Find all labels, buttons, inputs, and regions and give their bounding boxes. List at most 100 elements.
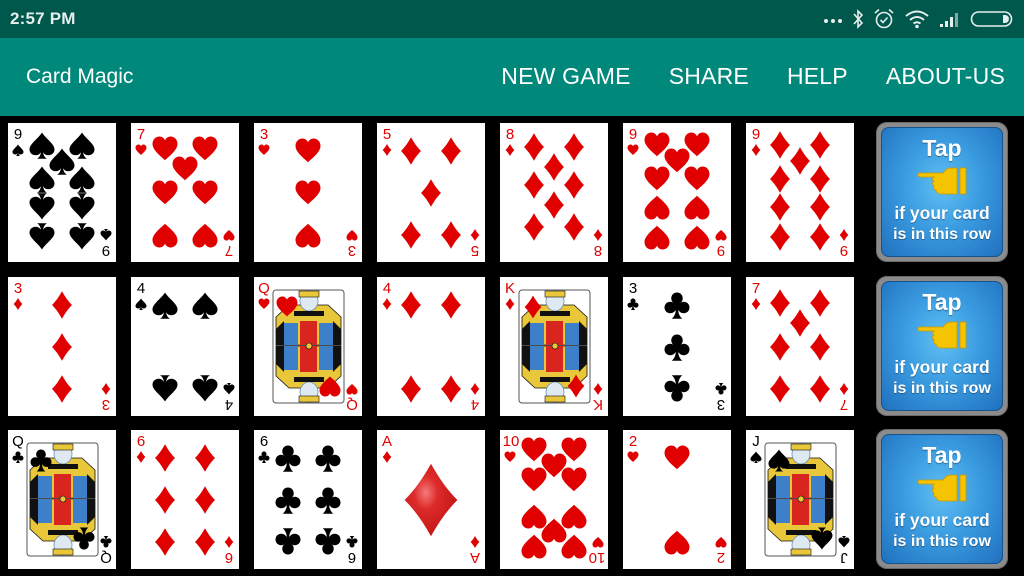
card-pip xyxy=(544,153,564,181)
status-icons xyxy=(823,6,1014,32)
card-3-of-clubs: 33 xyxy=(623,277,731,416)
card-index-suit-pip xyxy=(470,535,480,549)
card-index-suit-pip xyxy=(100,535,112,548)
card-index-suit-pip xyxy=(593,228,603,242)
menu-help[interactable]: HELP xyxy=(787,63,848,90)
card-pip xyxy=(69,132,95,159)
card-index-suit-pip xyxy=(382,297,392,311)
card-pip xyxy=(152,292,178,319)
card-pip xyxy=(644,166,670,191)
card-k-of-diamonds: KK xyxy=(500,277,608,416)
status-time: 2:57 PM xyxy=(10,9,76,28)
card-pip xyxy=(69,223,95,250)
tap-button-line2: is in this row xyxy=(893,533,991,550)
card-6-of-diamonds: 66 xyxy=(131,430,239,569)
card-index-suit-pip xyxy=(224,535,234,549)
tap-row-3-button[interactable]: Tap if your card is in this row xyxy=(876,429,1008,569)
card-board: 99773355889999 Tap if your card is in th… xyxy=(0,116,1024,576)
card-3-of-diamonds: 33 xyxy=(8,277,116,416)
card-pip xyxy=(192,375,218,402)
card-pip xyxy=(275,528,301,555)
card-index-suit-pip xyxy=(12,451,24,464)
card-pip xyxy=(315,445,341,472)
menu-share[interactable]: SHARE xyxy=(669,63,749,90)
card-rank-index: K xyxy=(593,396,603,413)
card-rank-index: 8 xyxy=(506,126,514,143)
card-face: 33 xyxy=(13,280,111,413)
card-pip xyxy=(152,375,178,402)
card-pip xyxy=(441,137,461,165)
card-rank-index: J xyxy=(840,549,848,566)
card-index-suit-pip xyxy=(382,450,392,464)
card-face: 77 xyxy=(751,280,849,413)
card-pip xyxy=(684,225,710,250)
card-pip xyxy=(155,486,175,514)
card-pip xyxy=(770,289,790,317)
menu-new-game[interactable]: NEW GAME xyxy=(501,63,630,90)
card-pip xyxy=(664,445,690,470)
menu-about-us[interactable]: ABOUT-US xyxy=(886,63,1005,90)
card-rank-index: 10 xyxy=(589,549,606,566)
card-pip xyxy=(524,171,544,199)
card-rank-index: 6 xyxy=(225,549,233,566)
card-face: 10 10 xyxy=(503,433,606,566)
card-rank-index: 4 xyxy=(225,396,233,413)
card-index-suit-pip xyxy=(346,535,358,548)
tap-row-2-button[interactable]: Tap if your card is in this row xyxy=(876,276,1008,416)
card-pip xyxy=(152,223,178,248)
card-pip xyxy=(521,504,547,529)
card-index-suit-pip xyxy=(592,537,604,548)
card-pip xyxy=(644,225,670,250)
card-face: 55 xyxy=(382,126,480,259)
card-3-of-hearts: 33 xyxy=(254,123,362,262)
card-rank-index: 8 xyxy=(594,242,602,259)
card-rank-index: 5 xyxy=(383,126,391,143)
card-pip xyxy=(790,147,810,175)
card-8-of-diamonds: 88 xyxy=(500,123,608,262)
card-index-suit-pip xyxy=(839,382,849,396)
card-pip xyxy=(770,165,790,193)
card-pip xyxy=(52,291,72,319)
card-pip xyxy=(684,195,710,220)
card-rank-index: 7 xyxy=(752,280,760,297)
card-rank-index: 4 xyxy=(137,280,145,297)
card-face: QQ xyxy=(12,433,112,566)
more-dots-icon xyxy=(824,19,842,23)
card-index-suit-pip xyxy=(13,297,23,311)
card-rank-index: 4 xyxy=(471,396,479,413)
card-index-suit-pip xyxy=(627,144,639,155)
card-index-suit-pip xyxy=(346,384,358,395)
card-pip xyxy=(295,138,321,163)
card-pip xyxy=(664,530,690,555)
card-7-of-hearts: 77 xyxy=(131,123,239,262)
tap-button-line2: is in this row xyxy=(893,380,991,397)
card-4-of-diamonds: 44 xyxy=(377,277,485,416)
card-pip xyxy=(192,136,218,161)
card-pip xyxy=(664,375,690,402)
card-index-suit-pip xyxy=(505,297,515,311)
card-pip xyxy=(564,171,584,199)
tap-button-title: Tap xyxy=(922,135,962,161)
battery-icon xyxy=(970,11,1013,27)
card-rank-index: 2 xyxy=(629,433,637,450)
card-pip xyxy=(770,193,790,221)
card-pip xyxy=(152,180,178,205)
card-pip xyxy=(192,223,218,248)
wifi-icon xyxy=(905,10,929,29)
card-rank-index: 3 xyxy=(629,280,637,297)
card-face: JJ xyxy=(750,433,850,566)
tap-row-1-button[interactable]: Tap if your card is in this row xyxy=(876,122,1008,262)
card-pip xyxy=(315,487,341,514)
card-9-of-diamonds: 99 xyxy=(746,123,854,262)
card-pip xyxy=(155,444,175,472)
card-index-suit-pip xyxy=(751,143,761,157)
app-bar: Card Magic NEW GAME SHARE HELP ABOUT-US xyxy=(0,38,1024,116)
card-6-of-clubs: 66 xyxy=(254,430,362,569)
card-5-of-diamonds: 55 xyxy=(377,123,485,262)
bluetooth-icon xyxy=(853,9,864,29)
card-rank-index: 3 xyxy=(348,242,356,259)
card-rank-index: 9 xyxy=(752,126,760,143)
card-pip xyxy=(810,289,830,317)
card-index-suit-pip xyxy=(258,298,270,309)
app-title: Card Magic xyxy=(26,65,134,88)
